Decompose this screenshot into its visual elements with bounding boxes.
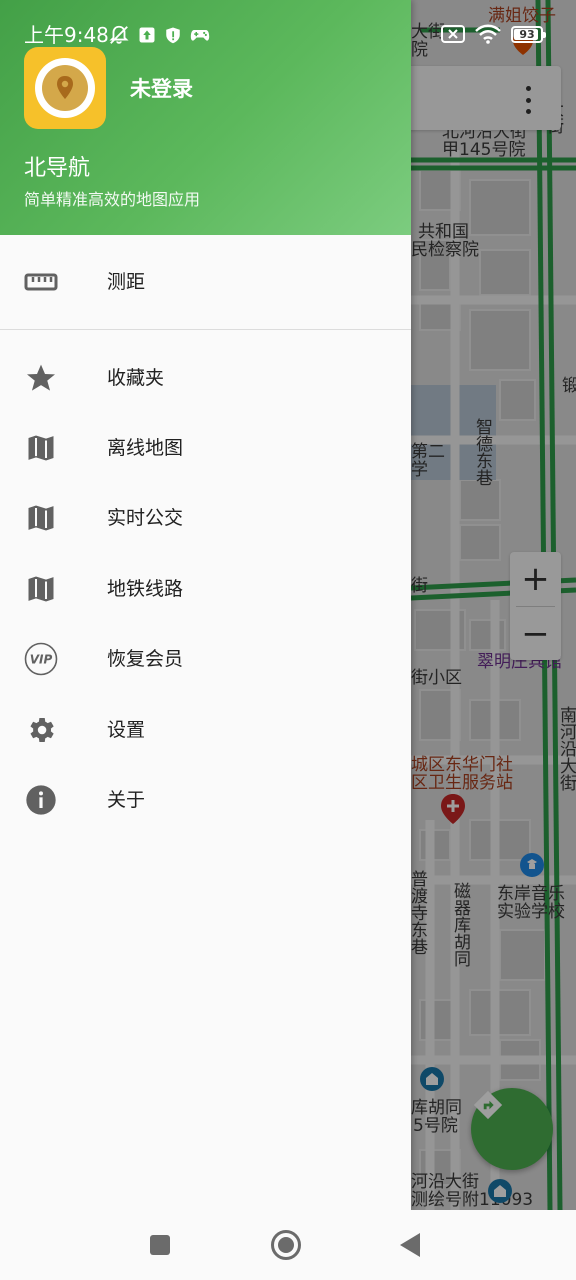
menu-item-realtime-bus[interactable]: 实时公交 bbox=[0, 483, 411, 553]
battery-percent: 93 bbox=[519, 27, 535, 41]
menu-item-label: 实时公交 bbox=[107, 507, 184, 529]
map-icon bbox=[24, 572, 58, 606]
status-icons-right: 93 bbox=[441, 24, 546, 44]
system-navigation-bar bbox=[0, 1210, 576, 1280]
recent-apps-button[interactable] bbox=[143, 1228, 177, 1262]
menu-item-label: 设置 bbox=[107, 719, 146, 741]
app-name: 北导航 bbox=[24, 156, 91, 181]
navigation-drawer: 未登录 北导航 简单精准高效的地图应用 测距 收藏夹 离线地图 实时公交 地铁线… bbox=[0, 0, 411, 1210]
app-description: 简单精准高效的地图应用 bbox=[24, 190, 201, 209]
status-icons-left bbox=[108, 24, 210, 46]
menu-item-measure[interactable]: 测距 bbox=[0, 247, 411, 317]
square-icon bbox=[150, 1235, 170, 1255]
status-bar: 上午9:48 93 bbox=[0, 0, 576, 70]
bell-off-icon bbox=[109, 25, 129, 44]
battery-indicator: 93 bbox=[511, 25, 546, 43]
upload-icon bbox=[139, 27, 155, 43]
triangle-back-icon bbox=[400, 1233, 420, 1257]
menu-item-restore-vip[interactable]: VIP 恢复会员 bbox=[0, 624, 411, 694]
gamepad-icon bbox=[190, 30, 210, 41]
menu-item-label: 收藏夹 bbox=[107, 367, 165, 389]
circle-icon bbox=[271, 1230, 301, 1260]
info-icon bbox=[24, 783, 58, 817]
status-time: 上午9:48 bbox=[24, 23, 109, 47]
menu-item-metro-lines[interactable]: 地铁线路 bbox=[0, 554, 411, 624]
wifi-icon bbox=[475, 24, 501, 44]
menu-item-favorites[interactable]: 收藏夹 bbox=[0, 343, 411, 413]
menu-item-label: 地铁线路 bbox=[107, 578, 184, 600]
menu-item-offline-map[interactable]: 离线地图 bbox=[0, 413, 411, 483]
ruler-icon bbox=[24, 265, 58, 299]
menu-item-label: 测距 bbox=[107, 271, 146, 293]
home-button[interactable] bbox=[269, 1228, 303, 1262]
menu-item-label: 恢复会员 bbox=[107, 648, 184, 670]
menu-item-about[interactable]: 关于 bbox=[0, 765, 411, 835]
login-status[interactable]: 未登录 bbox=[130, 76, 193, 102]
sim-off-icon bbox=[441, 25, 465, 43]
menu-item-label: 关于 bbox=[107, 789, 146, 811]
menu-divider bbox=[0, 329, 411, 330]
star-icon bbox=[24, 361, 58, 395]
menu-item-label: 离线地图 bbox=[107, 437, 184, 459]
gear-icon bbox=[24, 713, 58, 747]
shield-alert-icon bbox=[166, 27, 180, 44]
screen: 大街 院 满姐饺子 北河沿大街 甲145号院 大街 共和国 民检察院 智德东巷 … bbox=[0, 0, 576, 1280]
map-icon bbox=[24, 431, 58, 465]
map-icon bbox=[24, 501, 58, 535]
vip-icon: VIP bbox=[24, 642, 58, 676]
menu-item-settings[interactable]: 设置 bbox=[0, 695, 411, 765]
svg-text:VIP: VIP bbox=[30, 653, 53, 667]
back-button[interactable] bbox=[393, 1228, 427, 1262]
